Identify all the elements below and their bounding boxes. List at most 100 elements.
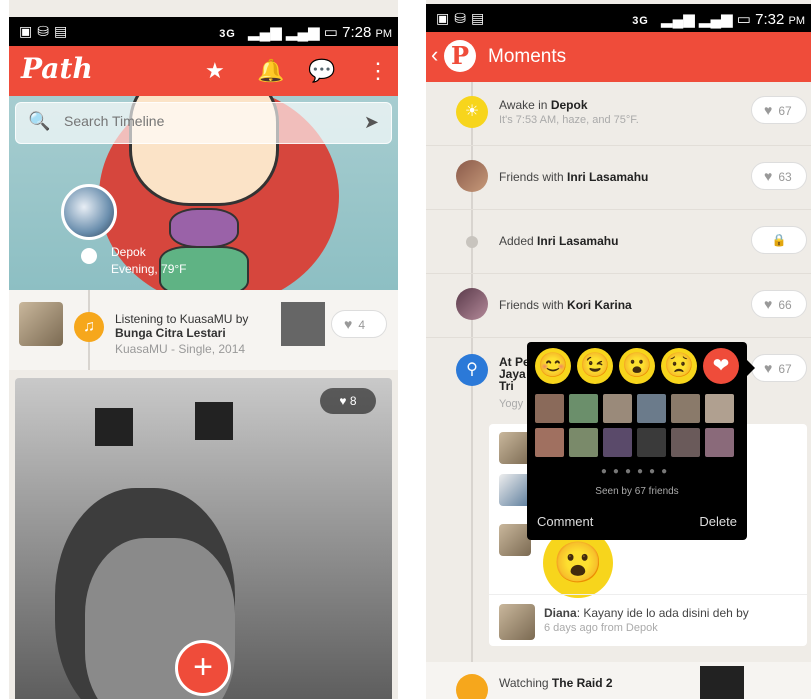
moment-bold: The Raid 2 — [551, 676, 613, 690]
private-button[interactable]: 🔒 — [751, 226, 807, 254]
friend-thumb[interactable] — [637, 394, 666, 423]
status-time: 7:28 — [342, 24, 372, 41]
moment-text: Watching The Raid 2 — [499, 676, 613, 690]
checkin-sub: Yogy — [499, 398, 524, 410]
cover-weather: Evening, 79°F — [111, 262, 187, 276]
status-ampm: PM — [788, 15, 806, 27]
friend-thumb[interactable] — [535, 394, 564, 423]
timeline-dot — [81, 248, 97, 264]
friend-thumb[interactable] — [637, 428, 666, 457]
delete-button[interactable]: Delete — [699, 514, 737, 529]
comment-meta: 6 days ago from Depok — [544, 622, 658, 634]
moment-prefix: Watching — [499, 676, 552, 690]
album-art[interactable] — [281, 302, 325, 346]
page-title: Moments — [488, 46, 567, 67]
sad-emoji-button[interactable]: 😟 — [661, 348, 697, 384]
status-ampm: PM — [375, 28, 393, 40]
love-heart-button[interactable]: ❤ — [703, 348, 739, 384]
photo-like-count: 8 — [349, 394, 357, 408]
search-icon: 🔍 — [28, 111, 51, 131]
overflow-menu-icon[interactable]: ⋮ — [367, 58, 389, 84]
timeline-dot — [466, 236, 478, 248]
heart-icon: ♥ — [344, 316, 353, 332]
lock-icon: 🔒 — [771, 233, 787, 247]
back-chevron-icon[interactable]: ‹ — [431, 42, 438, 68]
moment-row[interactable]: Added Inri Lasamahu 🔒 — [426, 210, 811, 274]
add-moment-button[interactable]: + — [175, 640, 231, 696]
status-bar: ▣⛁▤ 3G ▂▄▆ ▂▄▆ ▭ 7:28 PM — [9, 17, 398, 46]
friend-thumb[interactable] — [671, 394, 700, 423]
friend-thumb[interactable] — [705, 428, 734, 457]
cover-image: 🔍 ➤ Depok Evening, 79°F — [9, 96, 398, 290]
heart-icon: ♥ — [764, 102, 773, 118]
search-input[interactable] — [64, 113, 314, 129]
moment-prefix: Added — [499, 234, 538, 248]
status-time: 7:32 — [755, 11, 785, 28]
moment-bold: Kori Karina — [567, 298, 632, 312]
moment-text: Awake in Depok — [499, 98, 588, 112]
friend-avatar[interactable] — [456, 160, 488, 192]
like-count: 63 — [778, 170, 792, 184]
user-thumbnail[interactable] — [19, 302, 63, 346]
moment-row[interactable]: Watching The Raid 2 — [426, 662, 811, 699]
comment-body: : Kayany ide lo ada disini deh by — [576, 606, 749, 620]
photo-window — [95, 408, 133, 446]
comment-button[interactable]: Comment — [537, 514, 593, 529]
friend-thumb[interactable] — [535, 428, 564, 457]
heart-icon: ♥ — [339, 394, 347, 408]
moment-sub: It's 7:53 AM, haze, and 75°F. — [499, 114, 639, 126]
map-pin-icon: ⚲ — [456, 354, 488, 386]
location-arrow-icon[interactable]: ➤ — [364, 112, 379, 133]
page-dots: ●●●●●● — [600, 466, 674, 477]
like-button[interactable]: ♥ 4 — [331, 310, 387, 338]
wink-emoji-button[interactable]: 😉 — [577, 348, 613, 384]
like-button[interactable]: ♥ 67 — [751, 96, 807, 124]
friend-thumb[interactable] — [569, 428, 598, 457]
moment-text: Added Inri Lasamahu — [499, 234, 618, 248]
checkin-line3: Tri — [499, 379, 514, 393]
photo-like-badge[interactable]: ♥ 8 — [320, 388, 376, 414]
left-screen: ▣⛁▤ 3G ▂▄▆ ▂▄▆ ▭ 7:28 PM Path ★ 🔔 💬 ⋮ 🔍 … — [9, 0, 398, 699]
signal-icon: ▂▄▆ ▂▄▆ ▭ — [661, 11, 751, 28]
popup-arrow — [747, 360, 755, 376]
app-logo: Path — [21, 52, 93, 85]
status-bar: ▣⛁▤ 3G ▂▄▆ ▂▄▆ ▭ 7:32 PM — [426, 4, 811, 33]
friend-thumb[interactable] — [671, 428, 700, 457]
chat-bubble-icon[interactable]: 💬 — [308, 58, 335, 84]
like-button[interactable]: ♥ 66 — [751, 290, 807, 318]
like-button[interactable]: ♥ 63 — [751, 162, 807, 190]
friend-thumb[interactable] — [705, 394, 734, 423]
divider — [489, 594, 807, 595]
status-right: 3G ▂▄▆ ▂▄▆ ▭ 7:28 PM — [219, 23, 392, 41]
star-icon[interactable]: ★ — [205, 58, 225, 84]
smile-emoji-button[interactable]: 😊 — [535, 348, 571, 384]
friend-avatar[interactable] — [456, 288, 488, 320]
moment-bold: Depok — [550, 98, 588, 112]
like-button[interactable]: ♥ 67 — [751, 354, 807, 382]
surprised-emoji-button[interactable]: 😮 — [619, 348, 655, 384]
status-right: 3G ▂▄▆ ▂▄▆ ▭ 7:32 PM — [632, 10, 805, 28]
network-indicator: 3G — [632, 15, 649, 27]
moment-bold: Inri Lasamahu — [537, 234, 619, 248]
notification-icons: ▣⛁▤ — [19, 23, 73, 39]
moment-row[interactable]: ☀ Awake in Depok It's 7:53 AM, haze, and… — [426, 82, 811, 146]
network-indicator: 3G — [219, 28, 236, 40]
music-moment[interactable]: ♫ Listening to KuasaMU by Bunga Citra Le… — [9, 290, 398, 370]
friend-thumb[interactable] — [569, 394, 598, 423]
moment-row[interactable]: Friends with Kori Karina ♥ 66 — [426, 274, 811, 338]
search-bar[interactable]: 🔍 ➤ — [15, 102, 392, 144]
reaction-popup: 😊 😉 😮 😟 ❤ ●●●●●● Seen by 67 friends Comm… — [527, 342, 755, 540]
comment-text: Diana: Kayany ide lo ada disini deh by — [544, 606, 749, 620]
moment-row[interactable]: Friends with Inri Lasamahu ♥ 63 — [426, 146, 811, 210]
music-artist: Bunga Citra Lestari — [115, 326, 226, 340]
profile-avatar[interactable] — [61, 184, 117, 240]
path-logo-icon[interactable]: P — [444, 40, 476, 72]
commenter-avatar[interactable] — [499, 604, 535, 640]
heart-icon: ♥ — [764, 168, 773, 184]
friend-thumb[interactable] — [603, 428, 632, 457]
friend-thumb[interactable] — [603, 394, 632, 423]
cover-location: Depok — [111, 245, 146, 259]
movie-poster[interactable] — [700, 666, 744, 699]
like-count: 67 — [778, 362, 792, 376]
bell-icon[interactable]: 🔔 — [257, 58, 284, 84]
